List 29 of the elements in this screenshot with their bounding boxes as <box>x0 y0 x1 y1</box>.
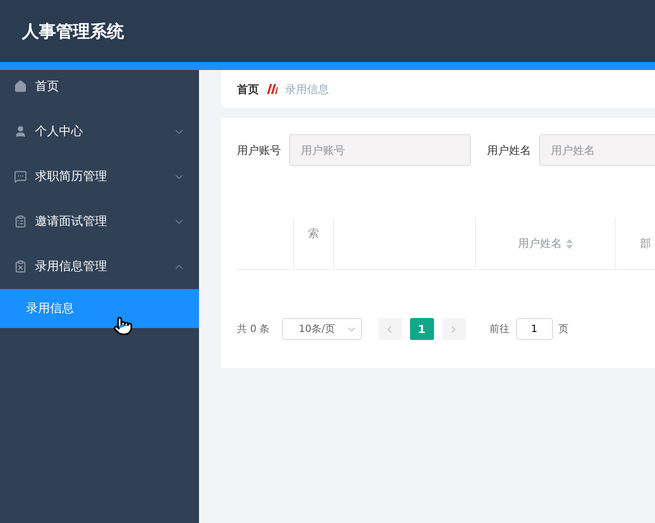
chat-icon <box>14 170 27 183</box>
menu-item[interactable]: 邀请面试管理 <box>0 199 199 244</box>
column-header: 部 <box>616 218 655 269</box>
app-title: 人事管理系统 <box>22 20 124 42</box>
menu-item[interactable]: 求职简历管理 <box>0 154 199 199</box>
goto-page-field[interactable]: 1 <box>516 318 553 340</box>
column-header: 用户姓名 <box>476 218 616 269</box>
total-count: 共 0 条 <box>237 322 270 336</box>
next-page-button[interactable] <box>442 318 466 340</box>
prev-page-button[interactable] <box>378 318 402 340</box>
clipboard-icon <box>14 215 27 228</box>
column-header: 索 <box>294 218 334 269</box>
menu-item[interactable]: 录用信息管理 <box>0 244 199 289</box>
separator-icon <box>265 83 279 95</box>
hand-pointer-icon <box>113 316 133 336</box>
search-field[interactable]: 用户账号 <box>289 134 471 166</box>
sort-icon[interactable] <box>566 238 573 248</box>
user-icon <box>14 125 27 138</box>
clipboard-x-icon <box>14 260 27 273</box>
breadcrumb-link[interactable]: 首页 <box>237 82 259 96</box>
search-field[interactable]: 用户姓名 <box>539 134 655 166</box>
goto-label: 前往 <box>490 322 510 336</box>
field-label: 用户账号 <box>237 142 281 158</box>
menu-item[interactable]: 首页 <box>0 64 199 109</box>
field-label: 用户姓名 <box>487 142 531 158</box>
home-icon <box>14 80 27 93</box>
page-size-select[interactable]: 10条/页 <box>282 318 362 340</box>
menu-item[interactable]: 个人中心 <box>0 109 199 154</box>
page-suffix: 页 <box>558 323 569 336</box>
